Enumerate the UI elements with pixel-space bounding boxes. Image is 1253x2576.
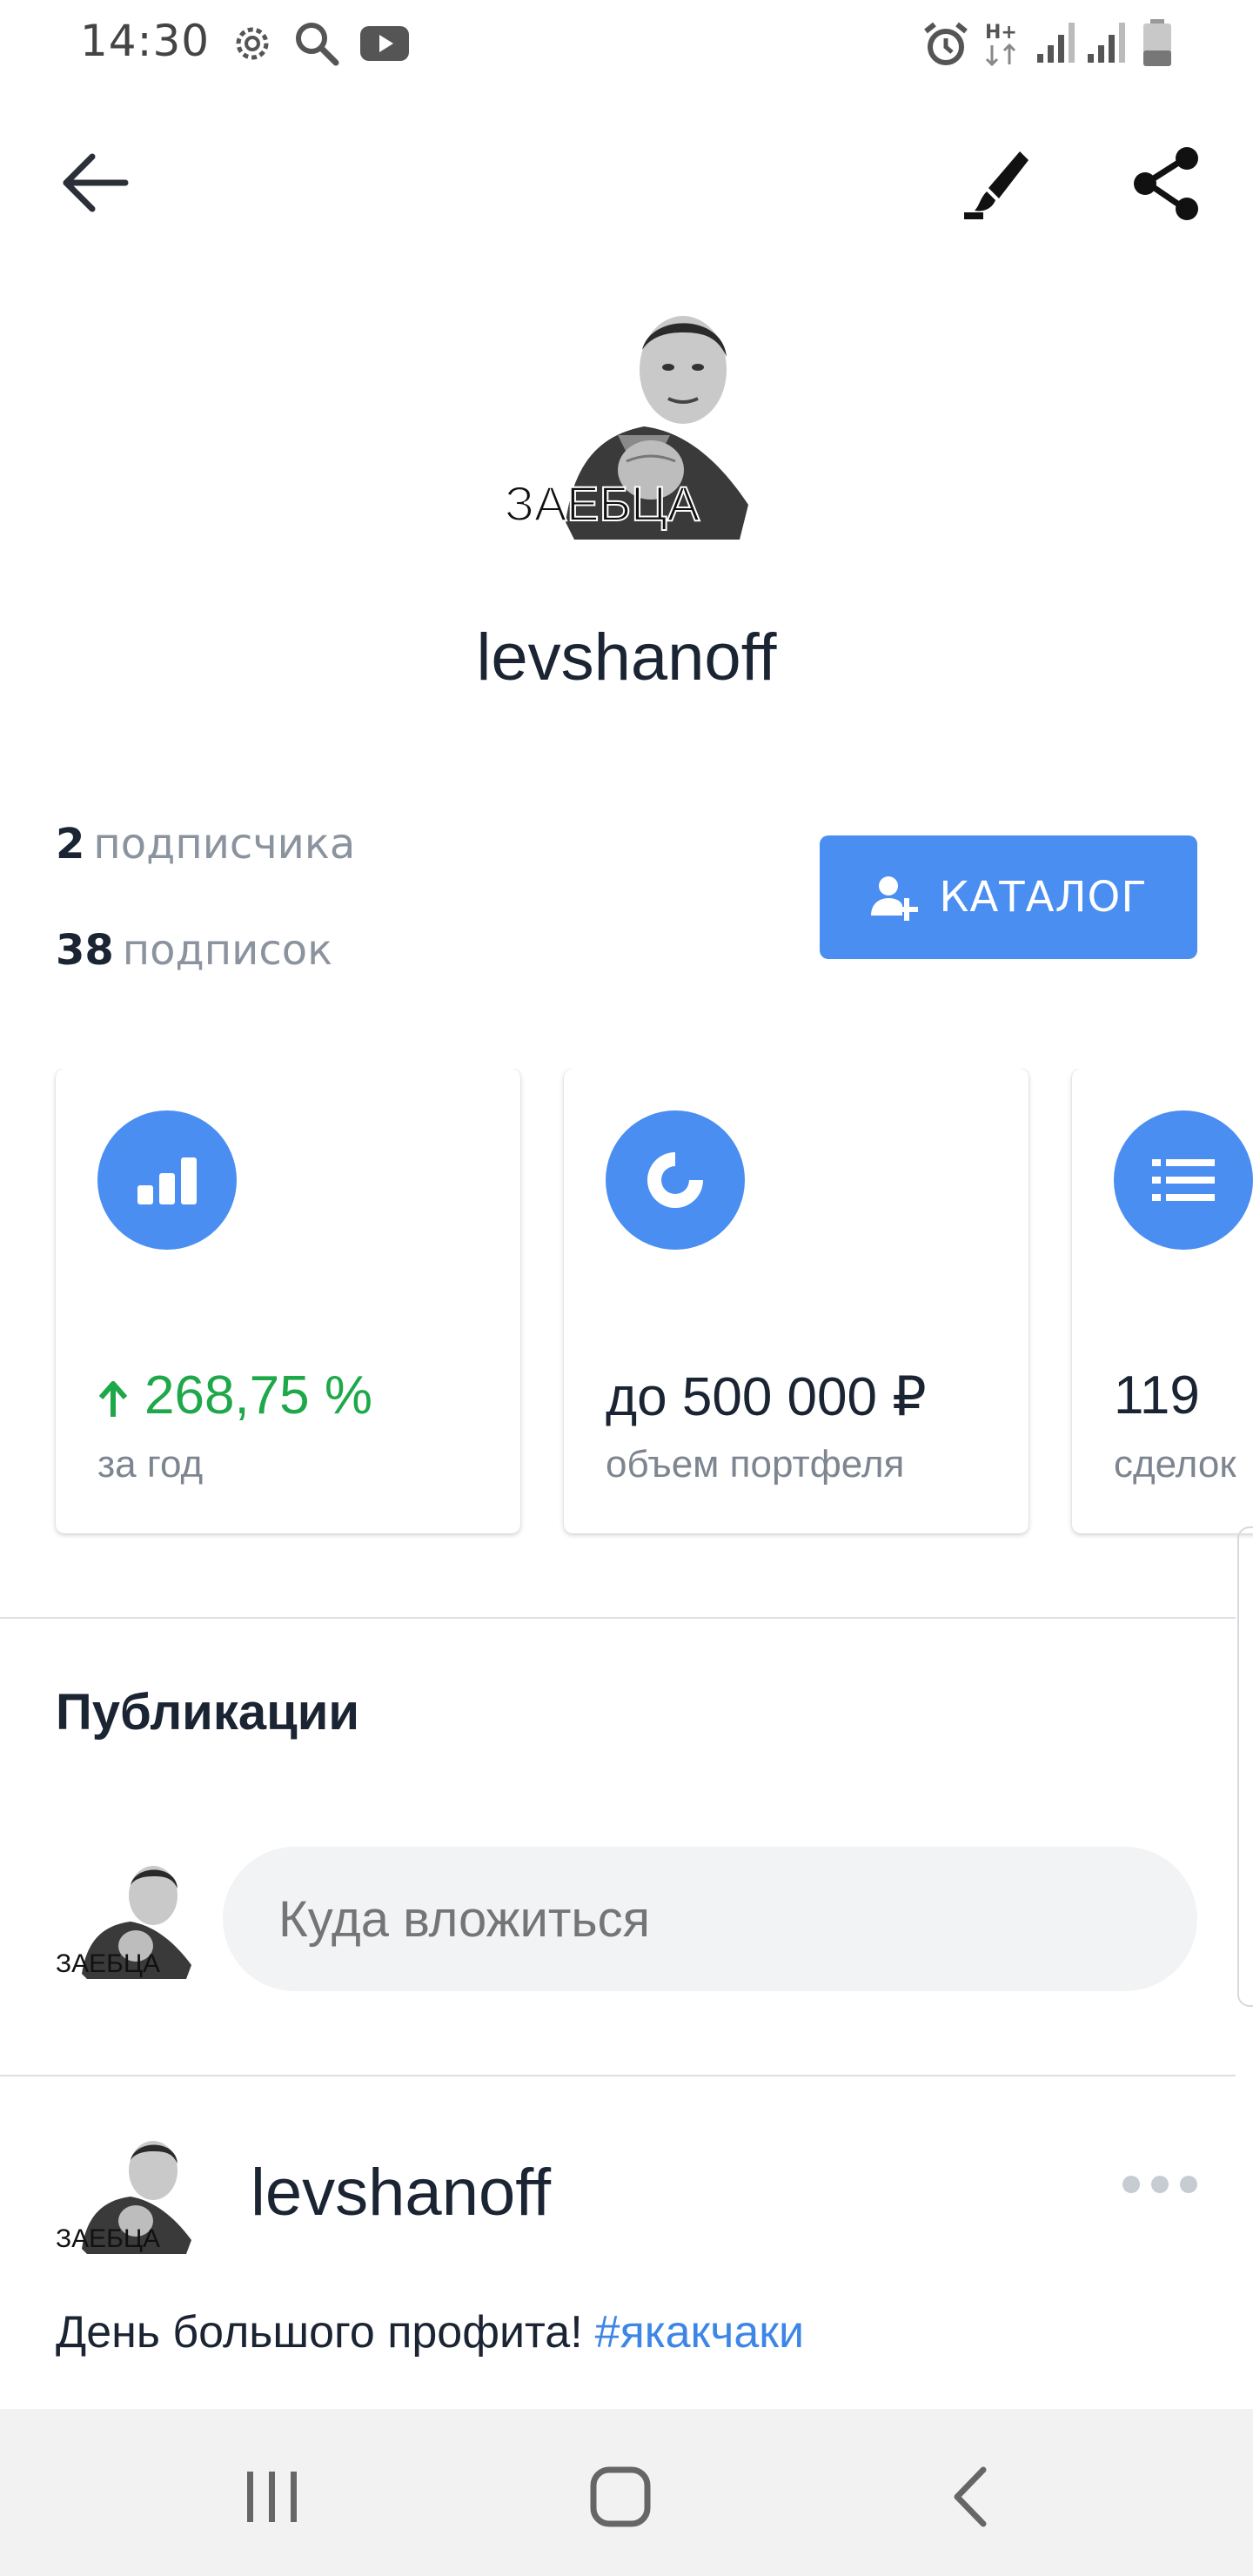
youtube-icon: [360, 26, 409, 61]
edit-profile-button[interactable]: [957, 144, 1035, 223]
catalog-button[interactable]: КАТАЛОГ: [820, 835, 1197, 959]
network-h-plus-icon: H+: [985, 22, 1017, 67]
back-button[interactable]: [57, 148, 136, 218]
post-more-button[interactable]: [1122, 2167, 1197, 2202]
following-stat[interactable]: 38 подписок: [56, 926, 332, 975]
more-dot-icon: [1151, 2176, 1169, 2193]
catalog-button-label: КАТАЛОГ: [939, 873, 1148, 922]
status-bar: 14:30 H+: [0, 0, 1253, 84]
system-nav-bar: [0, 2409, 1253, 2576]
recent-apps-button[interactable]: [233, 2458, 312, 2536]
card-value-yield-text: 268,75 %: [144, 1365, 372, 1426]
card-caption-portfolio: объем портфеля: [606, 1443, 905, 1486]
brush-icon: [964, 151, 1029, 219]
profile-avatar: ЗАЕБЦА: [505, 316, 748, 540]
list-icon: [1152, 1159, 1215, 1201]
post-text: День большого профита! #якакчаки: [56, 2306, 804, 2358]
card-icon-circle: [97, 1110, 237, 1250]
stats-cards-carousel[interactable]: 268,75 % за год до 500 000 ₽ объем портф…: [0, 1069, 1253, 1539]
card-icon-circle: [606, 1110, 745, 1250]
share-icon: [1134, 147, 1198, 220]
side-panel-handle[interactable]: [1237, 1526, 1253, 2007]
followers-count: 2: [56, 820, 85, 869]
followers-stat[interactable]: 2 подписчика: [56, 820, 355, 869]
post-author-avatar[interactable]: ЗАЕБЦА: [56, 2127, 195, 2257]
search-icon: [296, 23, 339, 66]
following-label: подписок: [122, 926, 333, 975]
add-user-icon: [871, 876, 919, 921]
signal-icon: [1037, 23, 1075, 63]
more-dot-icon: [1180, 2176, 1197, 2193]
section-divider: [0, 1617, 1236, 1619]
svg-text:H+: H+: [985, 22, 1017, 44]
stat-card-deals[interactable]: 119 сделок: [1072, 1069, 1253, 1533]
alarm-icon: [924, 22, 968, 65]
chevron-left-icon: [954, 2466, 987, 2527]
card-icon-circle: [1114, 1110, 1253, 1250]
user-avatar-small: ЗАЕБЦА: [56, 1866, 191, 1979]
home-icon: [590, 2466, 651, 2527]
avatar-caption: ЗАЕБЦА: [505, 476, 700, 531]
post-author-name[interactable]: levshanoff: [251, 2155, 551, 2231]
card-value-deals: 119: [1114, 1365, 1200, 1426]
bar-chart-icon: [137, 1157, 197, 1204]
post-body: День большого профита!: [56, 2307, 583, 2358]
stat-card-portfolio[interactable]: до 500 000 ₽ объем портфеля: [564, 1069, 1029, 1533]
stat-card-yield[interactable]: 268,75 % за год: [56, 1069, 520, 1533]
status-time: 14:30: [80, 16, 211, 66]
avatar-caption: ЗАЕБЦА: [56, 2224, 160, 2253]
card-caption-yield: за год: [97, 1443, 204, 1486]
arrow-up-icon: [98, 1380, 128, 1417]
donut-chart-icon: [647, 1152, 703, 1208]
share-button[interactable]: [1128, 144, 1206, 223]
post-hashtag[interactable]: #якакчаки: [595, 2307, 804, 2358]
profile-username: levshanoff: [476, 621, 777, 694]
arrow-left-icon: [63, 153, 129, 212]
following-count: 38: [56, 926, 114, 975]
card-value-portfolio: до 500 000 ₽: [606, 1367, 927, 1427]
back-nav-button[interactable]: [933, 2458, 1011, 2536]
compose-post-input[interactable]: [223, 1847, 1197, 1991]
publications-title: Публикации: [56, 1684, 360, 1741]
card-caption-deals: сделок: [1114, 1443, 1236, 1486]
avatar-caption: ЗАЕБЦА: [56, 1949, 160, 1978]
more-dot-icon: [1122, 2176, 1140, 2193]
settings-icon: [236, 27, 269, 60]
section-divider: [0, 2075, 1236, 2076]
signal-icon: [1088, 23, 1125, 63]
followers-label: подписчика: [93, 820, 356, 869]
recent-apps-icon: [247, 2472, 297, 2522]
battery-icon: [1143, 19, 1171, 66]
home-button[interactable]: [581, 2458, 660, 2536]
card-value-yield: 268,75 %: [97, 1365, 372, 1426]
